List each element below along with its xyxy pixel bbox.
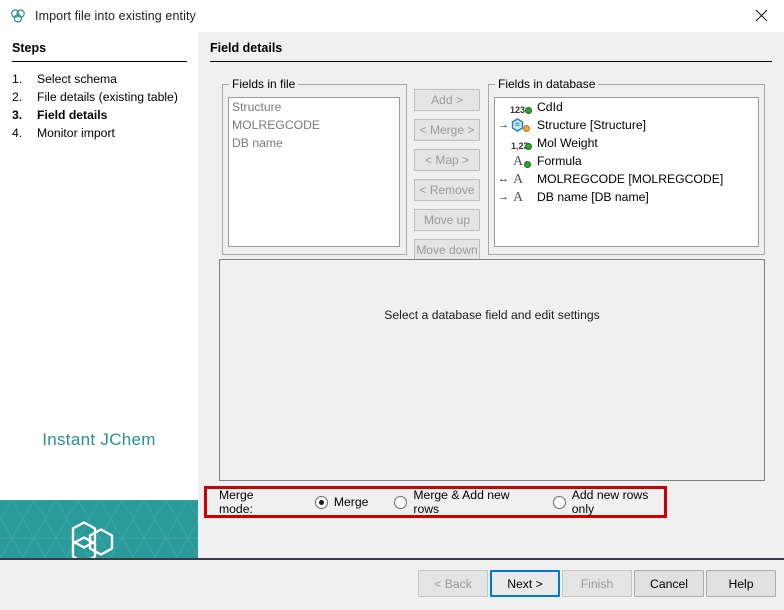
finish-button[interactable]: Finish — [562, 570, 632, 597]
import-wizard-dialog: Import file into existing entity Steps 1… — [0, 0, 784, 610]
step-item-4: 4. Monitor import — [12, 124, 192, 142]
step-item-2: 2. File details (existing table) — [12, 88, 192, 106]
window-title: Import file into existing entity — [35, 9, 196, 23]
arrow-icon: → — [497, 188, 510, 206]
list-item[interactable]: MOLREGCODE — [229, 116, 399, 134]
fields-in-file-list[interactable]: Structure MOLREGCODE DB name — [228, 97, 400, 247]
main-content: Field details Fields in file Structure M… — [198, 32, 784, 558]
text-field-plain-icon: A — [510, 170, 534, 188]
step-label: Field details — [37, 106, 107, 124]
next-button[interactable]: Next > — [490, 570, 560, 597]
steps-heading: Steps — [12, 41, 46, 55]
add-button[interactable]: Add > — [414, 89, 480, 111]
fields-in-file-group: Fields in file Structure MOLREGCODE DB n… — [222, 77, 407, 255]
brand-name: Instant JChem — [0, 430, 198, 450]
page-title: Field details — [210, 41, 282, 55]
db-field-row-formula[interactable]: A Formula — [495, 152, 758, 170]
steps-sidebar: Steps 1. Select schema 2. File details (… — [0, 32, 198, 559]
radio-merge[interactable]: Merge — [315, 495, 369, 509]
title-bar: Import file into existing entity — [0, 0, 784, 32]
steps-divider — [12, 61, 187, 62]
field-settings-panel: Select a database field and edit setting… — [219, 259, 765, 481]
arrow-icon: ↔ — [497, 170, 510, 188]
dialog-footer: < Back Next > Finish Cancel Help — [0, 560, 784, 610]
map-button[interactable]: < Map > — [414, 149, 480, 171]
step-number: 2. — [12, 88, 37, 106]
step-label: Monitor import — [37, 124, 115, 142]
radio-indicator[interactable] — [315, 496, 328, 509]
move-down-button[interactable]: Move down — [414, 239, 480, 261]
settings-placeholder-text: Select a database field and edit setting… — [220, 308, 764, 322]
list-item[interactable]: Structure — [229, 98, 399, 116]
molecule-icon — [9, 7, 27, 25]
radio-indicator[interactable] — [553, 496, 566, 509]
radio-label: Merge & Add new rows — [413, 488, 526, 516]
arrow-icon: → — [497, 116, 510, 134]
db-field-row-structure[interactable]: → Structure [Structure] — [495, 116, 758, 134]
merge-mode-label: Merge mode: — [219, 488, 285, 516]
db-field-label: Mol Weight — [534, 134, 598, 152]
db-field-row-molweight[interactable]: 1,23 Mol Weight — [495, 134, 758, 152]
db-field-label: CdId — [534, 98, 563, 116]
merge-mode-bar: Merge mode: Merge Merge & Add new rows A… — [204, 486, 667, 518]
radio-add-new-rows-only[interactable]: Add new rows only — [553, 488, 664, 516]
cancel-button[interactable]: Cancel — [634, 570, 704, 597]
merge-button[interactable]: < Merge > — [414, 119, 480, 141]
step-number: 1. — [12, 70, 37, 88]
step-number: 4. — [12, 124, 37, 142]
help-button[interactable]: Help — [706, 570, 776, 597]
step-number: 3. — [12, 106, 37, 124]
number-field-icon: 123 — [510, 98, 534, 116]
fields-in-file-legend: Fields in file — [229, 77, 298, 91]
decimal-field-icon: 1,23 — [510, 134, 534, 152]
radio-merge-add-new-rows[interactable]: Merge & Add new rows — [394, 488, 526, 516]
step-item-1: 1. Select schema — [12, 70, 192, 88]
text-field-plain-icon: A — [510, 188, 534, 206]
structure-field-icon — [510, 116, 534, 134]
move-up-button[interactable]: Move up — [414, 209, 480, 231]
radio-indicator[interactable] — [394, 496, 407, 509]
remove-button[interactable]: < Remove — [414, 179, 480, 201]
close-icon[interactable] — [738, 0, 784, 31]
fields-in-database-legend: Fields in database — [495, 77, 598, 91]
list-item[interactable]: DB name — [229, 134, 399, 152]
db-field-row-dbname[interactable]: → A DB name [DB name] — [495, 188, 758, 206]
radio-label: Add new rows only — [572, 488, 664, 516]
step-label: File details (existing table) — [37, 88, 178, 106]
db-field-label: Structure [Structure] — [534, 116, 646, 134]
db-field-label: DB name [DB name] — [534, 188, 649, 206]
db-field-row-cdid[interactable]: 123 CdId — [495, 98, 758, 116]
fields-in-database-list[interactable]: 123 CdId → Stru — [494, 97, 759, 247]
fields-in-database-group: Fields in database 123 CdId → — [488, 77, 765, 255]
radio-label: Merge — [334, 495, 369, 509]
step-item-3: 3. Field details — [12, 106, 192, 124]
db-field-row-molregcode[interactable]: ↔ A MOLREGCODE [MOLREGCODE] — [495, 170, 758, 188]
db-field-label: Formula — [534, 152, 582, 170]
steps-list: 1. Select schema 2. File details (existi… — [12, 70, 192, 142]
back-button[interactable]: < Back — [418, 570, 488, 597]
db-field-label: MOLREGCODE [MOLREGCODE] — [534, 170, 723, 188]
step-label: Select schema — [37, 70, 117, 88]
page-title-divider — [210, 61, 772, 62]
text-field-icon: A — [510, 152, 534, 170]
